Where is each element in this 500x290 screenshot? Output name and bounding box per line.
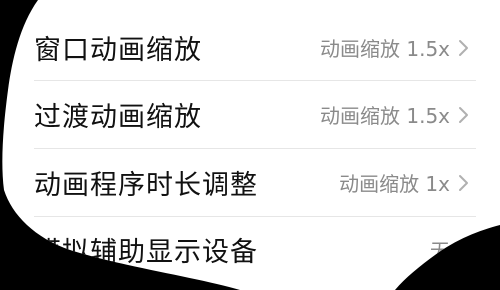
settings-row-animator-duration-scale[interactable]: 动画程序时长调整 动画缩放 1x xyxy=(0,149,500,216)
row-label: 模拟辅助显示设备 xyxy=(34,237,258,268)
chevron-right-icon xyxy=(456,38,472,58)
row-label: 动画程序时长调整 xyxy=(34,170,258,201)
chevron-right-icon xyxy=(456,240,472,260)
row-value: 无 xyxy=(430,239,450,263)
developer-options-list: 窗口动画缩放 动画缩放 1.5x 过渡动画缩放 动画缩放 1.5x 动画程序时长… xyxy=(0,0,500,290)
settings-row-window-animation-scale[interactable]: 窗口动画缩放 动画缩放 1.5x xyxy=(0,14,500,81)
settings-row-simulate-secondary-display[interactable]: 模拟辅助显示设备 无 xyxy=(0,216,500,283)
chevron-right-icon xyxy=(456,173,472,193)
row-label: 窗口动画缩放 xyxy=(34,35,202,66)
row-value: 动画缩放 1.5x xyxy=(320,37,450,61)
row-label: 过渡动画缩放 xyxy=(34,102,202,133)
row-value: 动画缩放 1x xyxy=(339,172,450,196)
chevron-right-icon xyxy=(456,105,472,125)
screenshot-stage: 窗口动画缩放 动画缩放 1.5x 过渡动画缩放 动画缩放 1.5x 动画程序时长… xyxy=(0,0,500,290)
settings-row-transition-animation-scale[interactable]: 过渡动画缩放 动画缩放 1.5x xyxy=(0,81,500,148)
row-value: 动画缩放 1.5x xyxy=(320,104,450,128)
